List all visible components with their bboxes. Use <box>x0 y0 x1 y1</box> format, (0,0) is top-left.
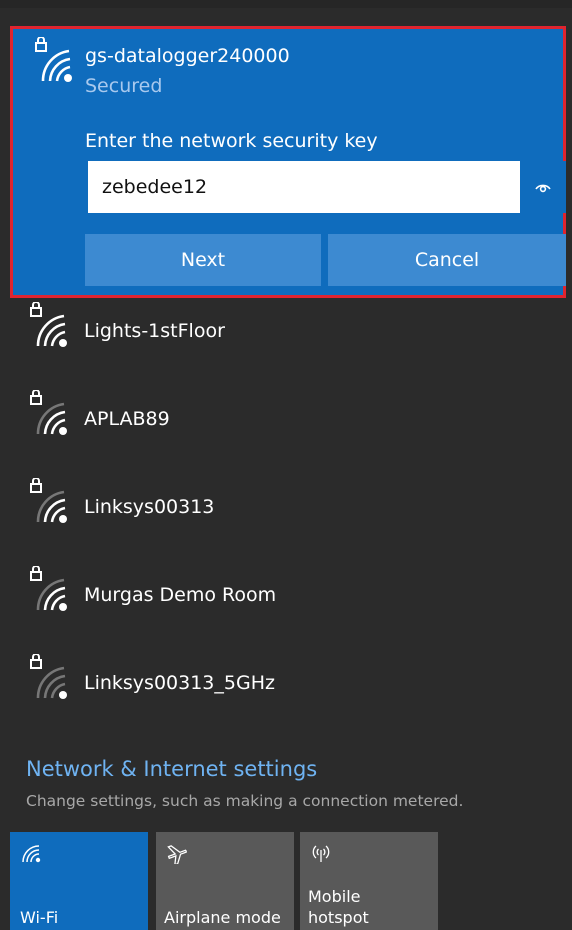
mobile-hotspot-icon <box>310 842 332 868</box>
secured-wifi-icon <box>28 565 72 620</box>
secured-wifi-weak-icon <box>28 653 72 708</box>
network-name: Linksys00313 <box>84 496 215 518</box>
reveal-password-icon[interactable] <box>520 161 566 213</box>
airplane-tile-label: Airplane mode <box>164 908 281 927</box>
security-key-prompt: Enter the network security key <box>85 130 378 152</box>
secured-wifi-icon <box>33 36 77 91</box>
mobile-hotspot-tile[interactable]: Mobile hotspot <box>300 832 438 930</box>
wifi-icon <box>20 842 42 868</box>
network-name: Linksys00313_5GHz <box>84 672 275 694</box>
next-button[interactable]: Next <box>85 234 321 286</box>
network-list-item[interactable]: Lights-1stFloor <box>0 301 572 390</box>
secured-wifi-icon <box>28 477 72 532</box>
network-list-item[interactable]: APLAB89 <box>0 389 572 478</box>
secured-wifi-icon <box>28 301 72 356</box>
selected-network-panel[interactable]: gs-datalogger240000 Secured Enter the ne… <box>10 26 566 298</box>
wifi-tile-label: Wi-Fi <box>20 908 59 927</box>
secured-wifi-icon <box>28 389 72 444</box>
network-list-item[interactable]: Murgas Demo Room <box>0 565 572 654</box>
hotspot-tile-label: Mobile hotspot <box>308 886 369 928</box>
network-settings-link[interactable]: Network & Internet settings <box>26 757 317 781</box>
network-settings-description: Change settings, such as making a connec… <box>26 792 464 810</box>
network-name: APLAB89 <box>84 408 170 430</box>
airplane-icon <box>166 842 190 868</box>
cancel-button[interactable]: Cancel <box>328 234 566 286</box>
network-list-item[interactable]: Linksys00313 <box>0 477 572 566</box>
network-status: Secured <box>85 75 163 97</box>
network-list-item[interactable]: Linksys00313_5GHz <box>0 653 572 742</box>
security-key-box <box>88 161 566 213</box>
hotspot-label-line1: Mobile <box>308 887 361 906</box>
network-ssid: gs-datalogger240000 <box>85 45 290 67</box>
hotspot-label-line2: hotspot <box>308 908 369 927</box>
top-edge <box>0 0 572 8</box>
airplane-mode-tile[interactable]: Airplane mode <box>156 832 294 930</box>
security-key-input[interactable] <box>88 161 520 213</box>
network-name: Lights-1stFloor <box>84 320 225 342</box>
network-name: Murgas Demo Room <box>84 584 277 606</box>
wifi-toggle-tile[interactable]: Wi-Fi <box>10 832 148 930</box>
